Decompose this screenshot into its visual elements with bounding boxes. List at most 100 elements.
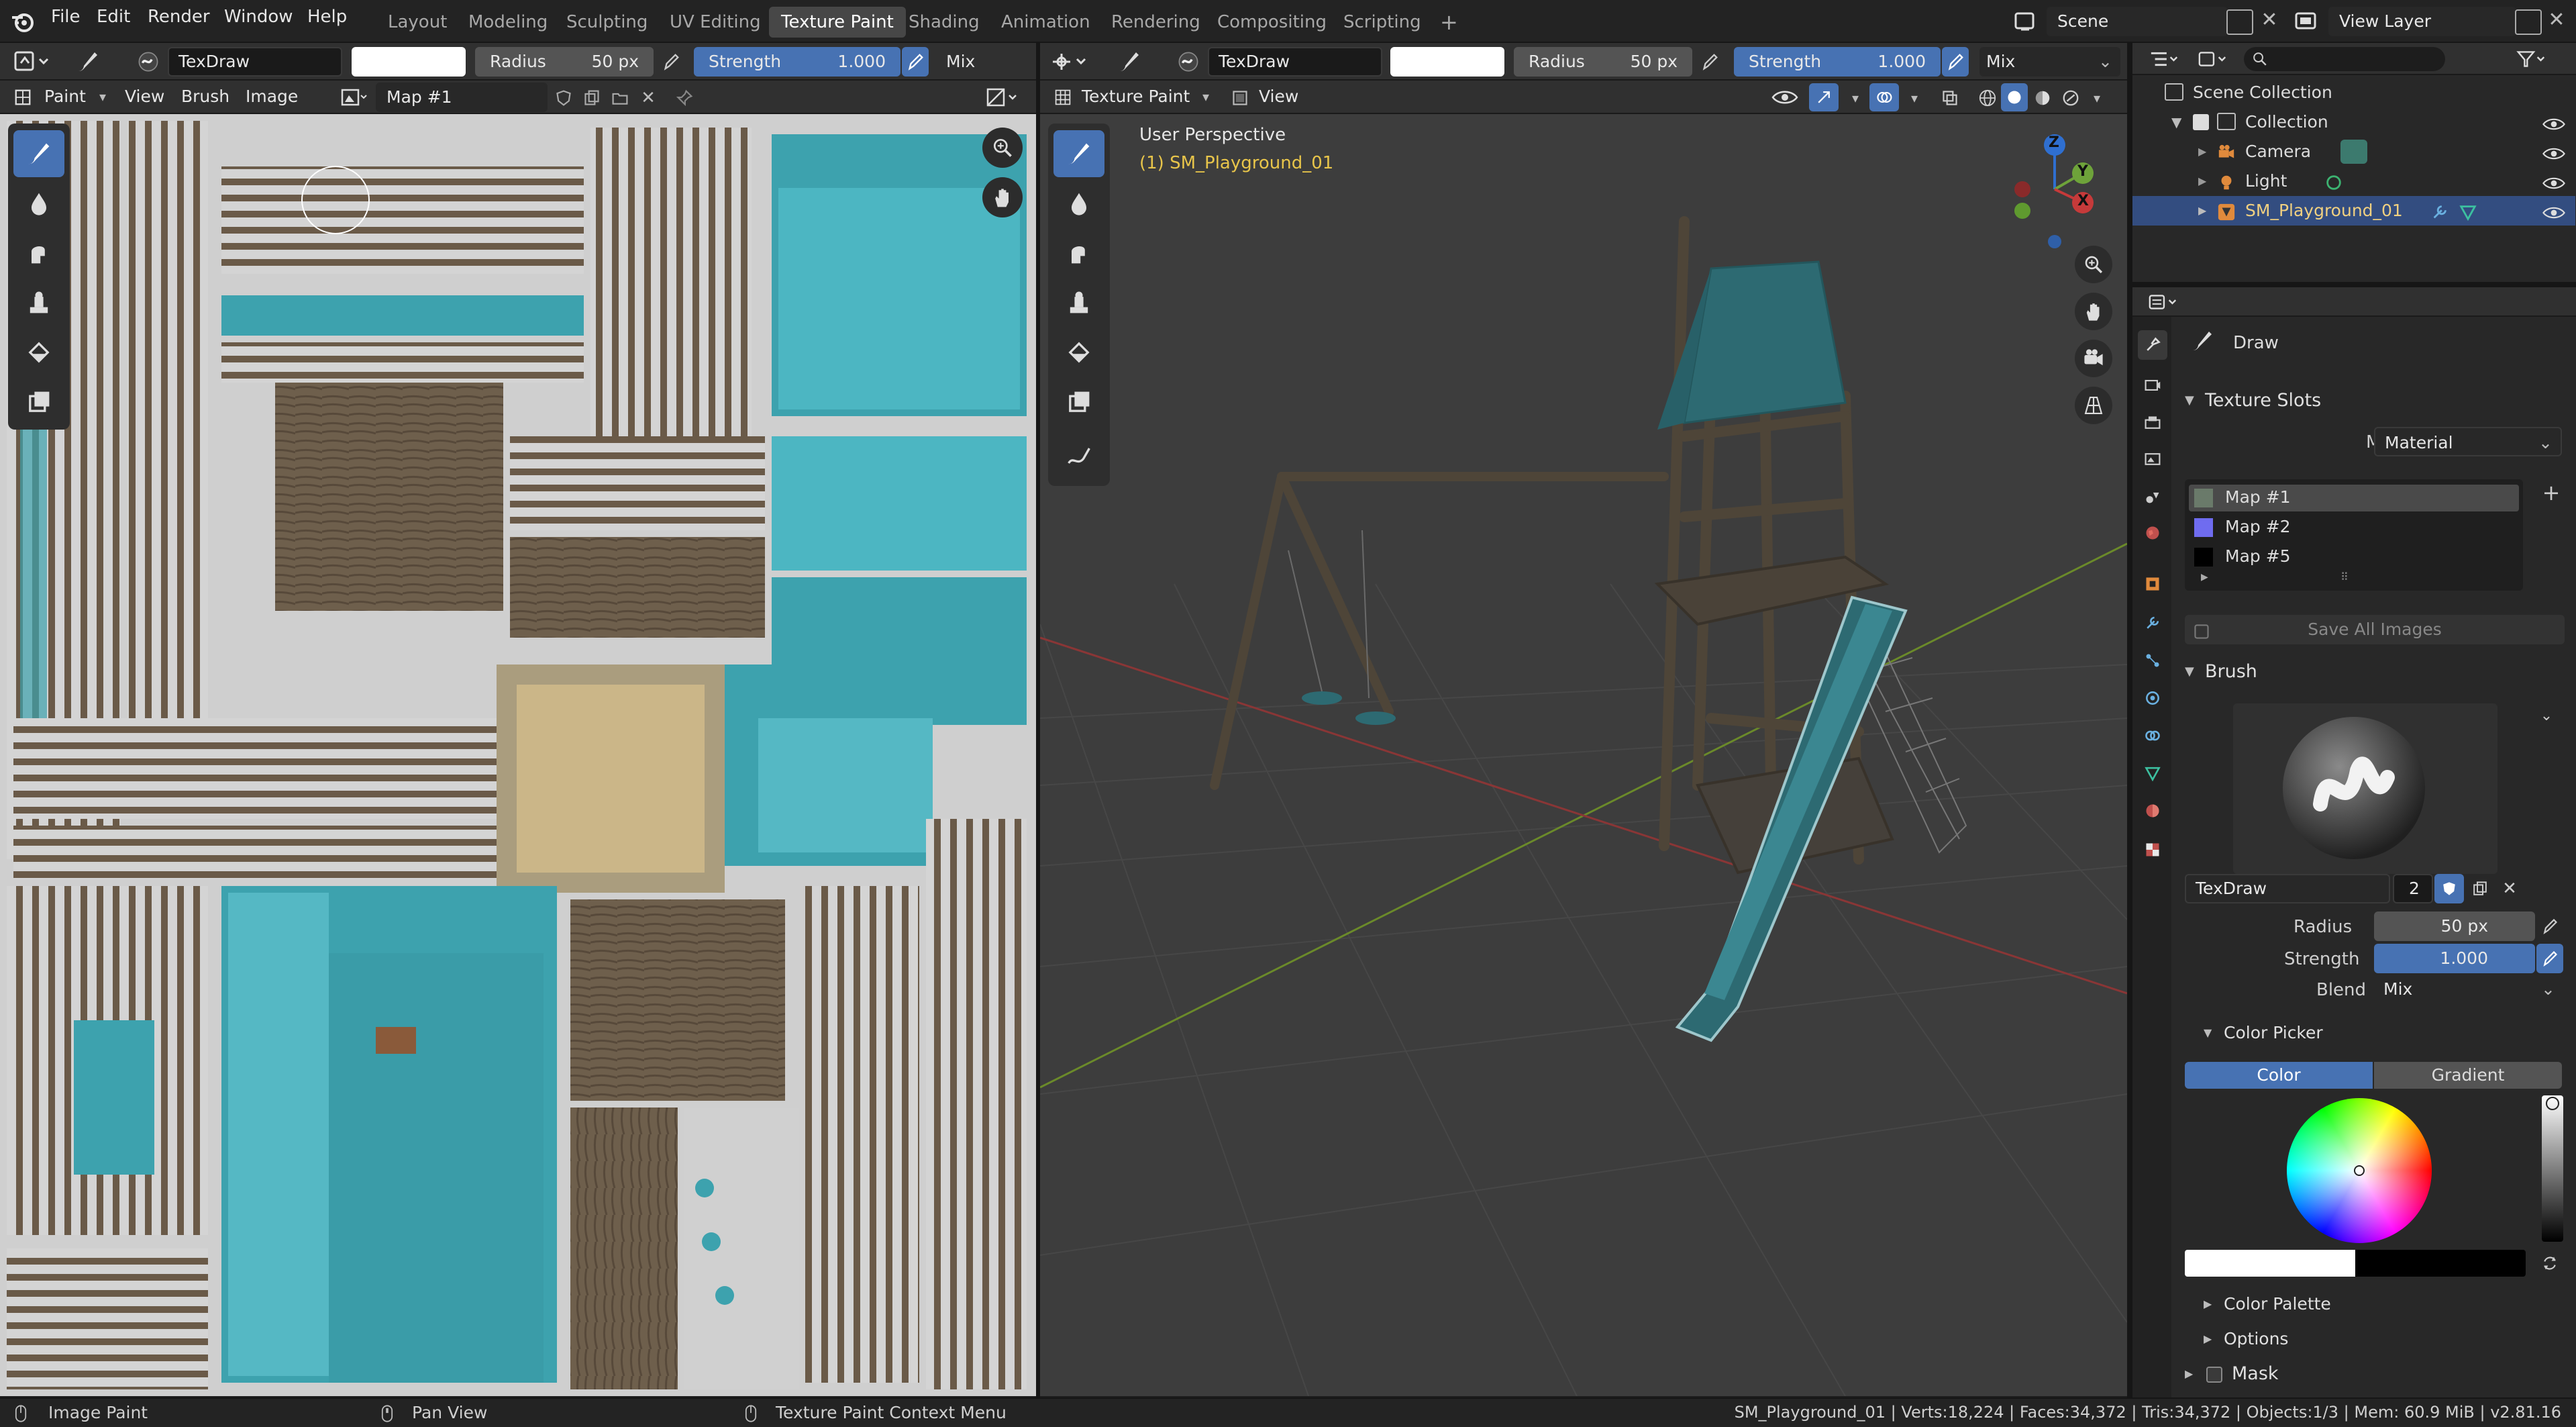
texture-mode-dropdown[interactable]: Material ⌄ bbox=[2374, 427, 2562, 456]
add-workspace-button[interactable]: + bbox=[1428, 7, 1470, 38]
viewport-strength-slider[interactable]: Strength 1.000 bbox=[1734, 47, 1941, 77]
brush-color-swatch[interactable] bbox=[352, 47, 466, 77]
xray-toggle-icon[interactable] bbox=[1937, 85, 1963, 111]
menu-render[interactable]: Render bbox=[148, 7, 210, 27]
modifier-wrench-icon[interactable] bbox=[2430, 201, 2449, 231]
image-name-field[interactable]: Map #1 bbox=[376, 83, 548, 112]
image-canvas[interactable] bbox=[0, 114, 1036, 1396]
properties-editor-type-icon[interactable] bbox=[2143, 289, 2183, 315]
outliner-item-sm-playground[interactable]: ▶ SM_Playground_01 bbox=[2132, 196, 2575, 226]
delete-scene-icon[interactable]: ✕ bbox=[2256, 5, 2283, 35]
outliner-item-camera[interactable]: ▶ Camera bbox=[2132, 137, 2575, 166]
annotate-tool-icon[interactable] bbox=[1053, 432, 1104, 479]
color-picker-panel-header[interactable]: ▼ Color Picker bbox=[2177, 1016, 2566, 1050]
solid-shading-icon[interactable] bbox=[2001, 83, 2028, 111]
menu-window[interactable]: Window bbox=[224, 7, 293, 27]
viewport-radius-pressure-icon[interactable] bbox=[1696, 48, 1723, 75]
view-layer-icon[interactable] bbox=[2291, 7, 2324, 36]
viewport-brush-tool-icon[interactable] bbox=[1111, 47, 1145, 77]
tab-gradient[interactable]: Gradient bbox=[2374, 1062, 2562, 1089]
tab-uv-editing[interactable]: UV Editing bbox=[658, 7, 773, 38]
brush-users-count[interactable]: 2 bbox=[2393, 874, 2433, 903]
brush-blend-dropdown[interactable]: Mix ⌄ bbox=[2374, 975, 2563, 1004]
canvas-slot-icon[interactable] bbox=[1227, 85, 1253, 111]
overlays-toggle-icon[interactable] bbox=[1869, 83, 1899, 111]
blend-mode-dropdown[interactable]: Mix bbox=[939, 47, 1033, 77]
new-scene-icon[interactable] bbox=[2226, 9, 2253, 35]
viewport-draw-tool-icon[interactable] bbox=[1053, 130, 1104, 177]
viewport-brush-color-swatch[interactable] bbox=[1390, 47, 1504, 77]
primary-secondary-color-swatch[interactable] bbox=[2185, 1250, 2526, 1277]
texture-tab-icon[interactable] bbox=[2138, 835, 2167, 865]
chevron-down-icon[interactable]: ▾ bbox=[93, 86, 113, 107]
material-shading-icon[interactable] bbox=[2029, 85, 2056, 111]
viewport-soften-tool-icon[interactable] bbox=[1053, 180, 1104, 227]
primary-color-swatch[interactable] bbox=[2185, 1250, 2355, 1277]
tab-modeling[interactable]: Modeling bbox=[456, 7, 560, 38]
viewport-radius-slider[interactable]: Radius 50 px bbox=[1514, 47, 1692, 77]
display-mode-icon[interactable] bbox=[2192, 46, 2234, 72]
brush-datablock-field[interactable]: TexDraw bbox=[2185, 874, 2390, 903]
unlink-image-icon[interactable]: ✕ bbox=[635, 85, 662, 111]
material-tab-icon[interactable] bbox=[2138, 796, 2167, 826]
tab-texture-paint[interactable]: Texture Paint bbox=[769, 7, 906, 38]
outliner-item-light[interactable]: ▶ Light bbox=[2132, 166, 2575, 196]
duplicate-brush-icon[interactable] bbox=[2465, 874, 2495, 903]
camera-view-icon[interactable] bbox=[2075, 340, 2112, 377]
brush-tool-icon[interactable] bbox=[70, 47, 103, 77]
tab-layout[interactable]: Layout bbox=[376, 7, 459, 38]
delete-view-layer-icon[interactable]: ✕ bbox=[2543, 5, 2570, 35]
brush-radius-pressure-icon[interactable] bbox=[2536, 913, 2563, 940]
options-panel-header[interactable]: ▶ Options bbox=[2177, 1324, 2566, 1355]
brush-preview-icon[interactable] bbox=[132, 47, 165, 77]
output-tab-icon[interactable] bbox=[2138, 408, 2167, 438]
chevron-right-icon[interactable]: ▶ bbox=[2201, 572, 2208, 583]
chevron-down-icon[interactable]: ▾ bbox=[1845, 85, 1865, 111]
checkbox-icon[interactable] bbox=[2193, 114, 2209, 130]
radius-slider[interactable]: Radius 50 px bbox=[475, 47, 654, 77]
viewport-fill-tool-icon[interactable] bbox=[1053, 329, 1104, 376]
viewport-editor-type-icon[interactable] bbox=[1047, 47, 1094, 77]
viewport-brush-preview-icon[interactable] bbox=[1172, 47, 1205, 77]
outliner-editor-type-icon[interactable] bbox=[2145, 46, 2185, 72]
chevron-down-icon[interactable]: ▾ bbox=[2087, 85, 2107, 111]
chevron-down-icon[interactable]: ▾ bbox=[1196, 86, 1216, 107]
add-texture-slot-button[interactable]: + bbox=[2538, 479, 2565, 506]
ortho-grid-icon[interactable] bbox=[2075, 387, 2112, 424]
resize-grip-icon[interactable]: ⠿ bbox=[2340, 571, 2349, 583]
brush-preview-menu-icon[interactable]: ⌄ bbox=[2531, 702, 2562, 729]
open-image-folder-icon[interactable] bbox=[607, 85, 633, 111]
view-layer-field[interactable]: View Layer bbox=[2328, 7, 2516, 36]
data-tab-icon[interactable] bbox=[2138, 758, 2167, 788]
menu-help[interactable]: Help bbox=[307, 7, 347, 27]
pan-hand-icon[interactable] bbox=[982, 177, 1023, 217]
area-divider[interactable] bbox=[2132, 282, 2576, 287]
wireframe-shading-icon[interactable] bbox=[1974, 85, 2001, 111]
viewport-mask-tool-icon[interactable] bbox=[1053, 379, 1104, 426]
view-layer-tab-icon[interactable] bbox=[2138, 444, 2167, 474]
menu-image[interactable]: Image bbox=[246, 82, 298, 111]
brush-strength-pressure-icon[interactable] bbox=[2536, 944, 2563, 973]
tab-scripting[interactable]: Scripting bbox=[1331, 7, 1433, 38]
tab-compositing[interactable]: Compositing bbox=[1205, 7, 1339, 38]
outliner-search-input[interactable] bbox=[2244, 47, 2445, 71]
brush-panel-header[interactable]: ▼ Brush bbox=[2177, 655, 2566, 689]
visibility-eye-icon[interactable] bbox=[1765, 83, 1805, 111]
draw-tool-icon[interactable] bbox=[13, 130, 64, 177]
brush-strength-slider[interactable]: 1.000 bbox=[2374, 944, 2535, 973]
strength-slider[interactable]: Strength 1.000 bbox=[694, 47, 900, 77]
pin-icon[interactable] bbox=[671, 85, 698, 111]
value-slider-handle[interactable] bbox=[2546, 1097, 2559, 1110]
chevron-right-icon[interactable]: ▶ bbox=[2198, 196, 2206, 226]
blender-logo-icon[interactable] bbox=[9, 8, 36, 35]
tab-sculpting[interactable]: Sculpting bbox=[554, 7, 660, 38]
texture-slot-map5[interactable]: Map #5 bbox=[2189, 544, 2519, 571]
strength-pressure-icon[interactable] bbox=[902, 47, 929, 77]
menu-file[interactable]: File bbox=[51, 7, 81, 27]
value-slider[interactable] bbox=[2542, 1095, 2563, 1242]
rendered-shading-icon[interactable] bbox=[2057, 85, 2084, 111]
menu-view[interactable]: View bbox=[125, 82, 164, 111]
scene-name-field[interactable]: Scene bbox=[2047, 7, 2228, 36]
scene-tab-icon[interactable] bbox=[2138, 482, 2167, 511]
smear-tool-icon[interactable] bbox=[13, 230, 64, 277]
